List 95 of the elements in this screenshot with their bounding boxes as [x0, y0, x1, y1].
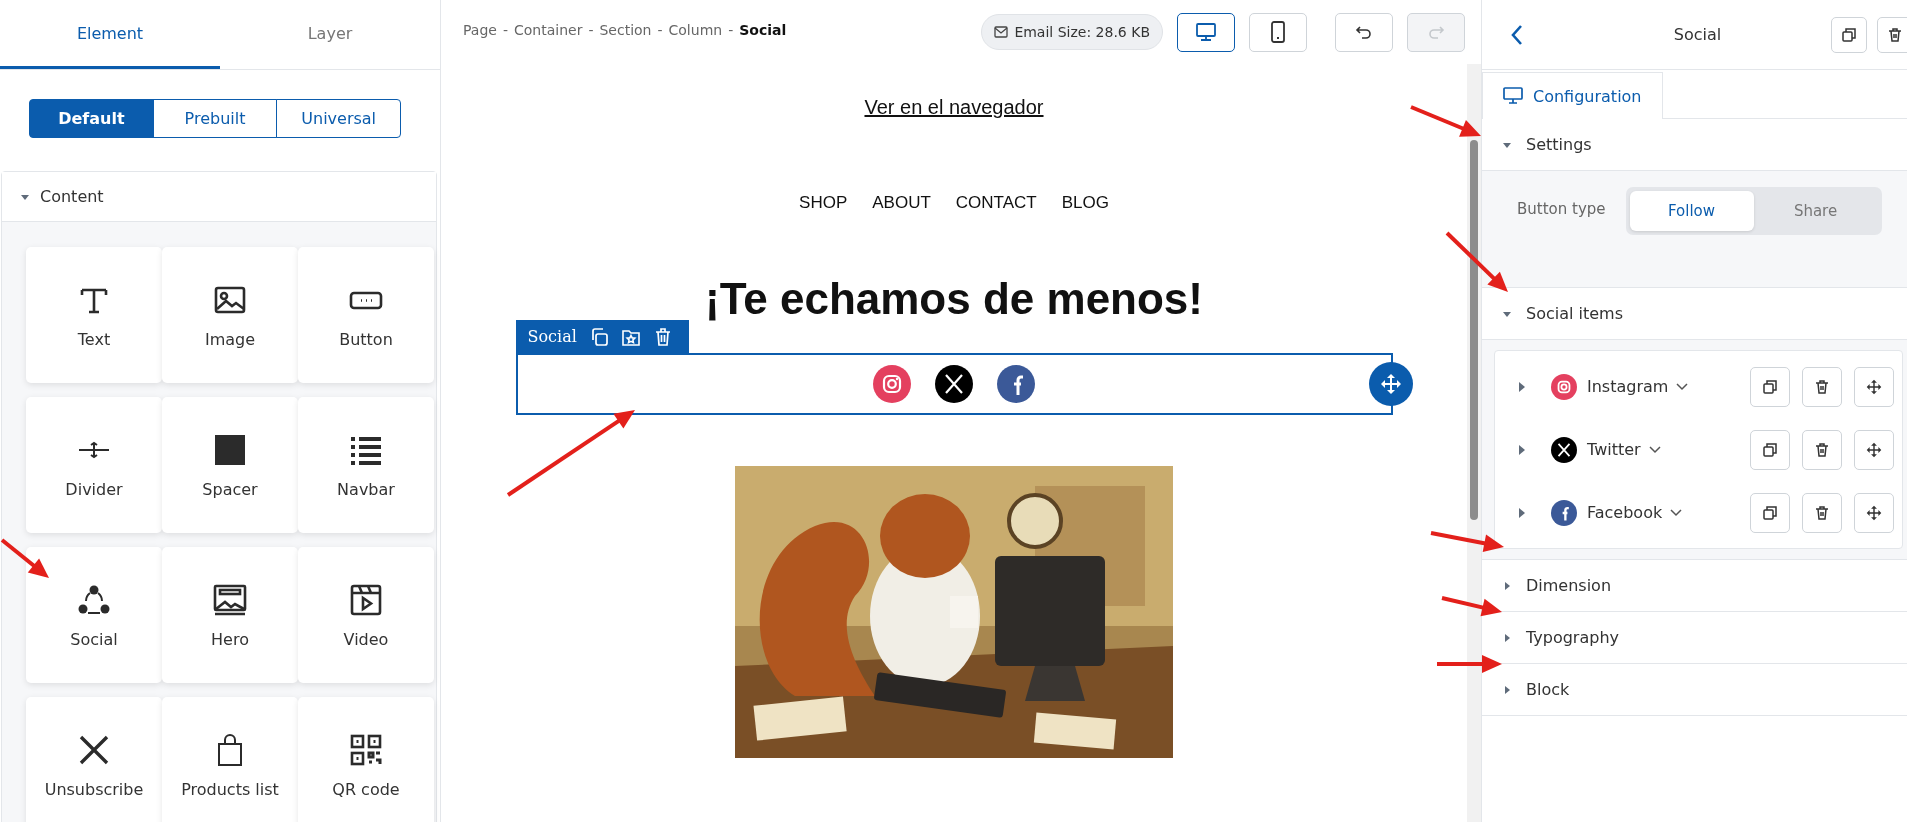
breadcrumb-separator: - [588, 22, 594, 38]
trash-icon [1814, 378, 1830, 395]
caret-icon [1502, 684, 1512, 695]
caret-icon [1502, 632, 1512, 643]
element-card[interactable]: Divider [26, 397, 162, 533]
panel-title: Social [1673, 25, 1722, 44]
instagram-logo-icon[interactable] [873, 365, 911, 404]
social-network-dropdown[interactable]: Twitter [1587, 440, 1661, 459]
duplicate-button[interactable] [1750, 492, 1790, 533]
mobile-view-button[interactable] [1249, 12, 1307, 52]
annotation-arrow [1410, 105, 1481, 137]
element-card[interactable]: Spacer [162, 397, 298, 533]
field-label: Button type [1517, 200, 1606, 218]
drag-handle[interactable] [1854, 429, 1894, 470]
drag-handle[interactable] [1854, 492, 1894, 533]
element-card[interactable]: Hero [162, 547, 298, 683]
monitor-icon [1503, 87, 1523, 105]
expand-icon[interactable] [1517, 380, 1527, 393]
email-nav-link[interactable]: SHOP [799, 193, 848, 213]
annotation-arrow [0, 538, 49, 578]
x-logo-icon[interactable] [935, 365, 973, 404]
segment-button[interactable]: Prebuilt [152, 99, 278, 138]
undo-icon [1355, 24, 1373, 40]
email-nav-link[interactable]: BLOG [1061, 193, 1109, 213]
element-card[interactable]: Navbar [298, 397, 434, 533]
desktop-view-button[interactable] [1177, 12, 1235, 52]
email-size-badge: Email Size: 28.6 KB [981, 14, 1163, 50]
chevron-down-icon [1648, 445, 1661, 454]
caret-icon [1502, 580, 1512, 591]
element-card[interactable]: QR code [298, 697, 434, 822]
move-icon [1866, 504, 1882, 521]
breadcrumb-separator: - [657, 22, 663, 38]
instagram-logo-icon [1551, 373, 1577, 400]
email-nav-link[interactable]: ABOUT [872, 193, 931, 213]
social-network-dropdown[interactable]: Instagram [1587, 377, 1689, 396]
delete-button[interactable] [1802, 366, 1842, 407]
copy-icon [1762, 441, 1778, 458]
breadcrumb-item[interactable]: Container [513, 22, 583, 38]
facebook-logo-icon[interactable] [997, 365, 1035, 404]
mail-icon [994, 26, 1009, 38]
copy-icon [1841, 26, 1857, 43]
breadcrumb-separator: - [728, 22, 734, 38]
trash-icon [1814, 441, 1830, 458]
annotation-arrow [1437, 655, 1502, 673]
email-heading: ¡Te echamos de menos! [705, 275, 1203, 324]
toggle-option[interactable]: Follow [1629, 191, 1754, 231]
section-header[interactable]: Content [2, 172, 436, 222]
social-network-dropdown[interactable]: Facebook [1587, 503, 1683, 522]
element-card[interactable]: Image [162, 247, 298, 383]
element-card[interactable]: Products list [162, 697, 298, 822]
drag-handle[interactable] [1854, 366, 1894, 407]
toggle-option[interactable]: Share [1753, 191, 1878, 231]
element-card[interactable]: Video [298, 547, 434, 683]
trash-icon [1814, 504, 1830, 521]
breadcrumb-item[interactable]: Social [739, 22, 787, 38]
move-icon [1866, 378, 1882, 395]
move-icon [1866, 441, 1882, 458]
copy-icon [1762, 378, 1778, 395]
undo-button[interactable] [1335, 12, 1393, 52]
email-nav-link[interactable]: CONTACT [955, 193, 1037, 213]
phone-icon [1270, 21, 1286, 43]
copy-icon [1762, 504, 1778, 521]
x-logo-icon [1551, 436, 1577, 463]
view-in-browser-link[interactable]: Ver en el navegador [864, 96, 1044, 119]
delete-button[interactable] [1802, 492, 1842, 533]
trash-icon [1887, 26, 1903, 43]
element-card[interactable]: Unsubscribe [26, 697, 162, 822]
expand-icon[interactable] [1517, 506, 1527, 519]
expand-icon[interactable] [1517, 443, 1527, 456]
move-icon [1379, 373, 1402, 396]
chevron-down-icon [1676, 382, 1689, 391]
annotation-arrow [1441, 596, 1502, 617]
segment-button[interactable]: Universal [276, 99, 401, 138]
breadcrumb-item[interactable]: Page [463, 22, 497, 38]
back-icon[interactable] [1510, 23, 1524, 46]
facebook-logo-icon [1551, 499, 1577, 526]
block-label: Social [527, 327, 577, 347]
copy-button[interactable] [1831, 16, 1867, 53]
chevron-down-icon [1670, 508, 1683, 517]
segment-button[interactable]: Default [29, 99, 154, 138]
delete-button[interactable] [1877, 16, 1907, 53]
redo-icon [1427, 24, 1445, 40]
breadcrumb-item[interactable]: Section [599, 22, 652, 38]
breadcrumb-separator: - [502, 22, 508, 38]
delete-button[interactable] [1802, 429, 1842, 470]
duplicate-button[interactable] [1750, 429, 1790, 470]
duplicate-button[interactable] [1750, 366, 1790, 407]
element-card[interactable]: Text [26, 247, 162, 383]
breadcrumb-item[interactable]: Column [668, 22, 723, 38]
annotation-arrow [1445, 231, 1508, 292]
monitor-icon [1195, 22, 1217, 42]
element-card[interactable]: Social [26, 547, 162, 683]
configuration-tab[interactable]: Configuration [1482, 72, 1663, 119]
element-card[interactable]: Button [298, 247, 434, 383]
scrollbar[interactable] [1467, 64, 1481, 822]
